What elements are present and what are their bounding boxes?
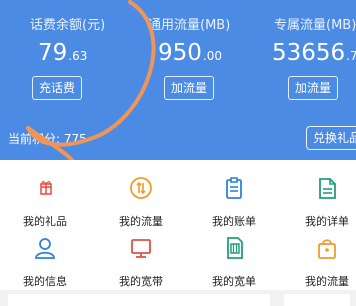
balance-value: 79.63 — [38, 40, 87, 66]
balance-label: 话费余额(元) — [30, 18, 106, 33]
add-dedicated-data-button[interactable]: 加流量 — [288, 76, 339, 100]
menu-label: 我的流量 — [119, 215, 163, 228]
preview-card-right — [284, 294, 350, 306]
menu-item-bill[interactable]: 我的账单 — [189, 168, 279, 228]
menu-label: 我的礼品 — [23, 215, 67, 228]
balance-dec: .63 — [68, 49, 88, 63]
balance-int: 79 — [38, 40, 68, 66]
recharge-button[interactable]: 充话费 — [32, 76, 83, 100]
service-grid: 我的礼品 我的流量 我的账单 我的详单 我的信息 我的宽带 我的宽单 我的流量 — [0, 160, 356, 306]
general-data-int: 950 — [158, 40, 202, 66]
gift-icon — [40, 181, 52, 195]
preview-card-left — [8, 294, 270, 306]
monitor-icon — [131, 239, 151, 258]
menu-item-data[interactable]: 我的流量 — [96, 168, 186, 228]
menu-label: 我的宽单 — [212, 275, 256, 288]
dedicated-data-int: 53656 — [272, 40, 346, 66]
general-data-value: 950.00 — [158, 40, 222, 66]
menu-item-broadband-order[interactable]: 我的宽单 — [189, 228, 279, 288]
general-data-dec: .00 — [202, 49, 222, 63]
dedicated-data-label: 专属流量(MB) — [274, 18, 356, 33]
bag-icon — [318, 239, 336, 259]
add-general-data-button[interactable]: 加流量 — [164, 76, 215, 100]
dedicated-data-value: 53656.70 — [272, 40, 356, 66]
menu-item-broadband[interactable]: 我的宽带 — [96, 228, 186, 288]
redeem-gift-button[interactable]: 兑换礼品 — [306, 126, 356, 150]
sim-icon — [227, 237, 243, 259]
menu-item-gifts[interactable]: 我的礼品 — [0, 168, 90, 228]
general-data-label: 通用流量(MB) — [148, 18, 231, 33]
dedicated-data-dec: .70 — [346, 49, 356, 63]
next-section-preview — [0, 290, 356, 306]
detail-icon — [319, 178, 336, 199]
menu-label: 我的账单 — [212, 215, 256, 228]
menu-item-info[interactable]: 我的信息 — [0, 228, 90, 288]
menu-label: 我的宽带 — [119, 275, 163, 288]
data-icon — [130, 177, 152, 199]
menu-label: 我的流量 — [305, 275, 349, 288]
menu-label: 我的信息 — [23, 275, 67, 288]
bill-icon — [226, 177, 242, 199]
points-text: 当前积分: 775 — [8, 132, 87, 146]
menu-item-details[interactable]: 我的详单 — [282, 168, 356, 228]
account-header: 话费余额(元) 79.63 充话费 通用流量(MB) 950.00 加流量 专属… — [0, 0, 356, 160]
menu-label: 我的详单 — [305, 215, 349, 228]
menu-item-data-pack[interactable]: 我的流量 — [282, 228, 356, 288]
user-icon — [35, 238, 55, 259]
